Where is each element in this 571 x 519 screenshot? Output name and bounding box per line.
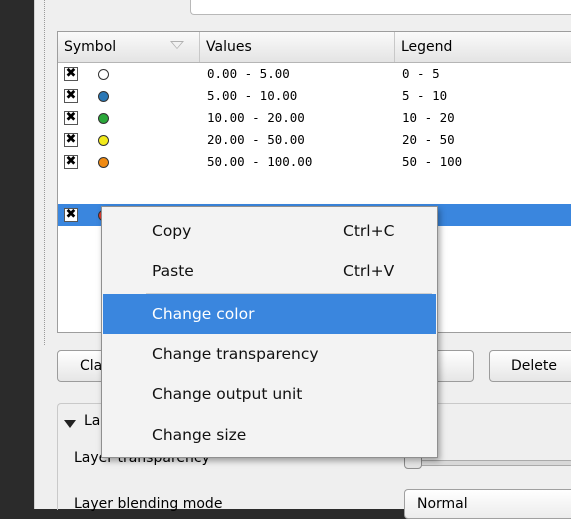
table-row[interactable]: ✖ 20.00 - 50.00 20 - 50 xyxy=(58,129,571,151)
cell-legend[interactable]: 10 - 20 xyxy=(402,110,455,125)
symbol-color-swatch[interactable] xyxy=(98,157,109,168)
menu-item-label: Paste xyxy=(152,262,194,280)
cell-values[interactable]: 50.00 - 100.00 xyxy=(207,154,312,169)
context-menu: Copy Ctrl+C Paste Ctrl+V Change color Ch… xyxy=(101,206,438,458)
cell-legend[interactable]: 5 - 10 xyxy=(402,88,447,103)
menu-item-change-transparency[interactable]: Change transparency xyxy=(103,334,436,374)
table-row[interactable]: ✖ 50.00 - 100.00 50 - 100 xyxy=(58,151,571,173)
menu-item-label: Change size xyxy=(152,426,247,444)
row-checkbox[interactable]: ✖ xyxy=(64,67,78,81)
cell-legend[interactable]: 0 - 5 xyxy=(402,66,440,81)
cell-values[interactable]: 5.00 - 10.00 xyxy=(207,88,297,103)
menu-item-change-size[interactable]: Change size xyxy=(103,415,436,455)
table-row[interactable]: ✖ 10.00 - 20.00 10 - 20 xyxy=(58,107,571,129)
header-legend[interactable]: Legend xyxy=(395,32,571,62)
layer-transparency-slider[interactable] xyxy=(404,460,571,466)
collapse-arrow-icon[interactable] xyxy=(64,420,76,428)
symbol-color-swatch[interactable] xyxy=(98,69,109,80)
menu-item-paste[interactable]: Paste Ctrl+V xyxy=(103,251,436,291)
layer-blending-label: Layer blending mode xyxy=(74,496,223,512)
delete-button[interactable]: Delete xyxy=(489,350,571,382)
table-row[interactable]: ✖ 5.00 - 10.00 5 - 10 xyxy=(58,85,571,107)
cell-legend[interactable]: 50 - 100 xyxy=(402,154,462,169)
panel-edge-divider xyxy=(44,0,46,345)
cell-values[interactable]: 0.00 - 5.00 xyxy=(207,66,290,81)
row-checkbox[interactable]: ✖ xyxy=(64,208,78,222)
menu-item-label: Change transparency xyxy=(152,345,319,363)
menu-item-change-output-unit[interactable]: Change output unit xyxy=(103,374,436,414)
menu-item-label: Change color xyxy=(152,305,255,323)
menu-item-shortcut: Ctrl+V xyxy=(343,262,395,280)
menu-item-copy[interactable]: Copy Ctrl+C xyxy=(103,211,436,251)
menu-item-change-color[interactable]: Change color xyxy=(103,294,436,334)
cell-legend[interactable]: 20 - 50 xyxy=(402,132,455,147)
layer-blending-select[interactable]: Normal xyxy=(404,489,571,519)
row-checkbox[interactable]: ✖ xyxy=(64,111,78,125)
row-checkbox[interactable]: ✖ xyxy=(64,155,78,169)
menu-item-shortcut: Ctrl+C xyxy=(343,222,395,240)
menu-item-label: Change output unit xyxy=(152,385,303,403)
layer-rendering-title[interactable]: La xyxy=(84,413,100,429)
header-values[interactable]: Values xyxy=(200,32,395,62)
sort-indicator-icon xyxy=(170,41,184,49)
row-checkbox[interactable]: ✖ xyxy=(64,89,78,103)
row-checkbox[interactable]: ✖ xyxy=(64,133,78,147)
cell-values[interactable]: 20.00 - 50.00 xyxy=(207,132,305,147)
symbol-color-swatch[interactable] xyxy=(98,91,109,102)
cell-values[interactable]: 10.00 - 20.00 xyxy=(207,110,305,125)
table-row[interactable]: ✖ 0.00 - 5.00 0 - 5 xyxy=(58,63,571,85)
top-field[interactable] xyxy=(190,0,571,15)
menu-item-label: Copy xyxy=(152,222,192,240)
symbol-color-swatch[interactable] xyxy=(98,113,109,124)
symbol-color-swatch[interactable] xyxy=(98,135,109,146)
table-header: Symbol Values Legend xyxy=(58,32,571,63)
